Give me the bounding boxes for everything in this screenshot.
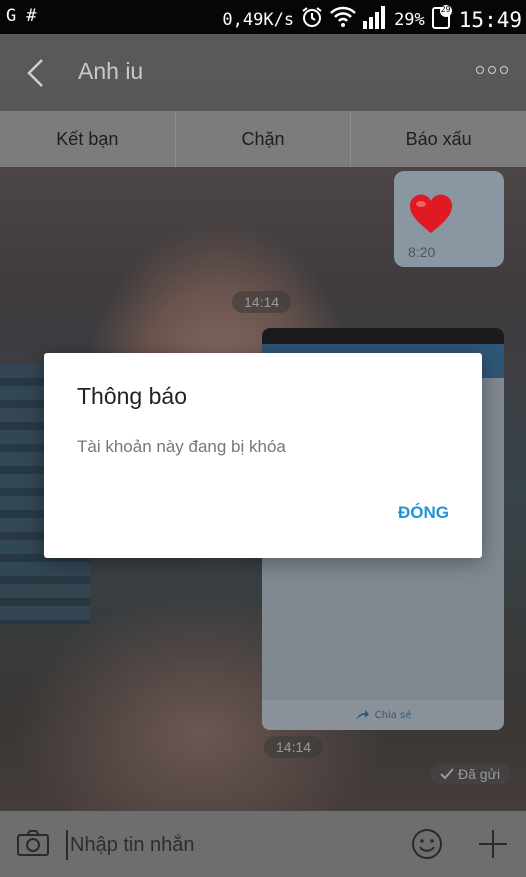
alert-dialog: Thông báo Tài khoản này đang bị khóa ĐÓN… xyxy=(44,353,482,558)
block-button[interactable]: Chặn xyxy=(176,111,352,167)
status-bar: G # 0,49K/s 29% 29 15:49 xyxy=(0,0,526,34)
check-icon xyxy=(440,768,454,780)
alarm-icon xyxy=(300,5,324,34)
chevron-left-icon xyxy=(27,59,43,87)
emoji-icon[interactable] xyxy=(411,828,443,864)
dialog-title: Thông báo xyxy=(77,383,187,409)
more-dots-icon xyxy=(476,66,484,74)
signal-icon xyxy=(362,5,388,34)
status-icon-g: G xyxy=(6,6,17,26)
close-button[interactable]: ĐÓNG xyxy=(398,503,449,523)
sent-status: Đã gửi xyxy=(430,763,511,785)
chat-title: Anh iu xyxy=(78,58,144,84)
message-input[interactable] xyxy=(66,830,386,860)
camera-icon[interactable] xyxy=(16,829,50,861)
battery-percent: 29% xyxy=(394,9,425,30)
message-input-bar xyxy=(0,811,526,877)
action-bar: Kết bạn Chặn Báo xấu xyxy=(0,111,526,167)
dialog-message: Tài khoản này đang bị khóa xyxy=(77,437,286,456)
chat-header: Anh iu xyxy=(0,34,526,111)
share-label: Chia sẻ xyxy=(374,709,412,721)
share-icon xyxy=(355,710,369,720)
back-button[interactable] xyxy=(24,56,48,90)
network-speed: 0,49K/s xyxy=(222,9,295,30)
sent-label: Đã gửi xyxy=(458,766,501,782)
time-divider: 14:14 xyxy=(232,291,292,313)
heart-icon xyxy=(408,193,454,239)
message-time: 8:20 xyxy=(408,244,436,260)
wifi-icon xyxy=(330,6,356,33)
more-button[interactable] xyxy=(476,66,508,74)
image-status-bar xyxy=(262,328,504,344)
heart-message[interactable]: 8:20 xyxy=(394,171,504,267)
notification-badge-icon: 29 xyxy=(431,5,453,34)
status-icon-hash: # xyxy=(26,6,37,26)
plus-icon[interactable] xyxy=(477,828,509,864)
share-footer[interactable]: Chia sẻ xyxy=(262,700,504,730)
time-divider-2: 14:14 xyxy=(264,736,324,758)
clock: 15:49 xyxy=(458,7,522,32)
add-friend-button[interactable]: Kết bạn xyxy=(0,111,176,167)
report-button[interactable]: Báo xấu xyxy=(351,111,526,167)
notification-count: 29 xyxy=(440,5,451,14)
